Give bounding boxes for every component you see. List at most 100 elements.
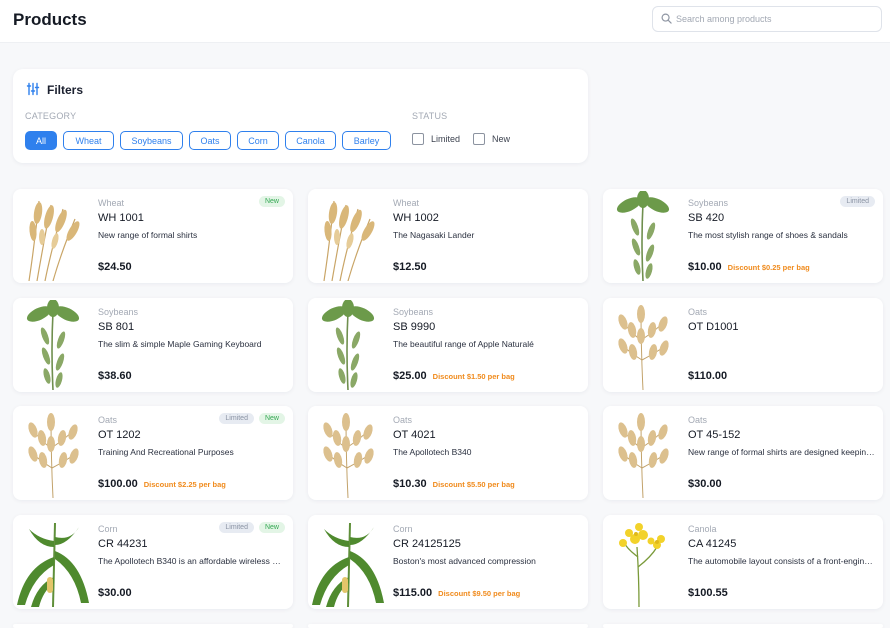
soybean-image [310,299,386,391]
product-price: $10.00 [688,261,722,273]
product-price-row: $30.00 [98,587,132,599]
product-category: Oats [393,415,413,425]
product-category: Canola [688,524,717,534]
filters-panel: Filters CATEGORY STATUS All Wheat Soybea… [13,69,588,163]
product-card[interactable]: Soybeans SB 420 The most stylish range of … [603,189,883,283]
product-description: The slim & simple Maple Gaming Keyboard [98,339,262,349]
chip-wheat[interactable]: Wheat [63,131,114,150]
status-limited[interactable]: Limited [412,133,460,145]
product-price-row: $100.55 [688,587,728,599]
wheat-image [310,191,386,282]
status-new[interactable]: New [473,133,510,145]
product-price: $110.00 [688,370,728,382]
product-category: Soybeans [393,307,434,317]
product-category: Corn [393,524,413,534]
new-badge: New [258,196,285,207]
search-input[interactable] [676,7,876,31]
badge-group: Limited [840,196,875,207]
limited-badge: Limited [840,196,875,207]
product-discount: Discount $5.50 per bag [432,480,515,489]
product-description: The Apollotech B340 is an affordable wir… [98,556,286,566]
category-label: CATEGORY [25,111,77,121]
corn-image [310,517,386,608]
oats-image [15,408,91,499]
product-card[interactable]: Soybeans SB 9990 The beautiful range of Ap… [308,298,588,392]
product-category: Wheat [393,198,420,208]
product-description: The Nagasaki Lander [393,230,475,240]
product-price-row: $110.00 [688,370,727,382]
product-card[interactable]: Oats OT D1001 $110.00 [603,298,883,392]
limited-badge: Limited [219,522,254,533]
chip-oats[interactable]: Oats [189,131,231,150]
product-code: SB 420 [688,212,725,224]
product-price: $25.00 [393,370,427,382]
product-price-row: $10.00 Discount $0.25 per bag [688,261,810,273]
product-card[interactable]: Wheat WH 1001 New range of formal shirts $2… [13,189,293,283]
product-category: Corn [98,524,118,534]
limited-checkbox[interactable] [412,133,424,145]
product-card[interactable]: Oats OT 45-152 New range of formal shirts … [603,406,883,500]
badge-group: Limited New [219,413,285,424]
product-card-partial[interactable] [13,624,293,628]
product-card[interactable]: Corn CR 44231 The Apollotech B340 is an af… [13,515,293,609]
chip-soybeans[interactable]: Soybeans [120,131,183,150]
soybean-image [605,190,681,282]
product-code: CA 41245 [688,538,737,550]
product-card[interactable]: Soybeans SB 801 The slim & simple Maple Ga… [13,298,293,392]
product-discount: Discount $2.25 per bag [143,480,226,489]
product-description: The beautiful range of Apple Naturalé [393,339,534,349]
product-price: $30.00 [98,587,132,599]
soybean-image [15,299,91,391]
product-card[interactable]: Oats OT 1202 Training And Recreational Pur… [13,406,293,500]
product-price-row: $30.00 [688,478,722,490]
product-description: New range of formal shirts are designed … [688,447,876,457]
product-price: $30.00 [688,478,722,490]
product-card[interactable]: Wheat WH 1002 The Nagasaki Lander $12.50 [308,189,588,283]
sliders-icon [26,82,40,96]
product-category: Soybeans [688,198,729,208]
product-price: $100.00 [98,478,138,490]
product-code: CR 24125125 [393,538,461,550]
product-code: SB 801 [98,321,135,333]
product-discount: Discount $0.25 per bag [727,263,810,272]
product-category: Wheat [98,198,125,208]
filters-title: Filters [47,83,84,97]
badge-group: Limited New [219,522,285,533]
product-card[interactable]: Oats OT 4021 The Apollotech B340 $10.30 Disc… [308,406,588,500]
product-description: Training And Recreational Purposes [98,447,234,457]
product-price: $100.55 [688,587,728,599]
product-card-partial[interactable] [603,624,883,628]
product-description: The most stylish range of shoes & sandal… [688,230,848,240]
product-code: OT D1001 [688,321,739,333]
product-price-row: $100.00 Discount $2.25 per bag [98,478,226,490]
product-discount: Discount $1.50 per bag [432,372,515,381]
chip-corn[interactable]: Corn [237,131,279,150]
new-label: New [492,134,511,144]
product-card-partial[interactable] [308,624,588,628]
status-label: STATUS [412,111,448,121]
product-code: OT 4021 [393,429,436,441]
product-category: Oats [688,307,708,317]
product-category: Oats [688,415,708,425]
product-discount: Discount $9.50 per bag [438,589,521,598]
canola-image [605,517,681,608]
chip-canola[interactable]: Canola [285,131,336,150]
corn-image [15,517,91,608]
product-description: New range of formal shirts [98,230,198,240]
product-description: The Apollotech B340 [393,447,472,457]
page-title: Products [13,10,87,29]
oats-image [310,408,386,499]
product-code: CR 44231 [98,538,148,550]
chip-all[interactable]: All [25,131,57,150]
product-price: $10.30 [393,478,427,490]
product-code: SB 9990 [393,321,436,333]
product-card[interactable]: Canola CA 41245 The automobile layout cons… [603,515,883,609]
product-description: The automobile layout consists of a fron… [688,556,876,566]
product-code: OT 45-152 [688,429,741,441]
chip-barley[interactable]: Barley [342,131,391,150]
product-card[interactable]: Corn CR 24125125 Boston's most advanced co… [308,515,588,609]
product-price: $24.50 [98,261,132,273]
search-box[interactable] [652,6,882,32]
new-checkbox[interactable] [473,133,485,145]
product-code: WH 1001 [98,212,144,224]
